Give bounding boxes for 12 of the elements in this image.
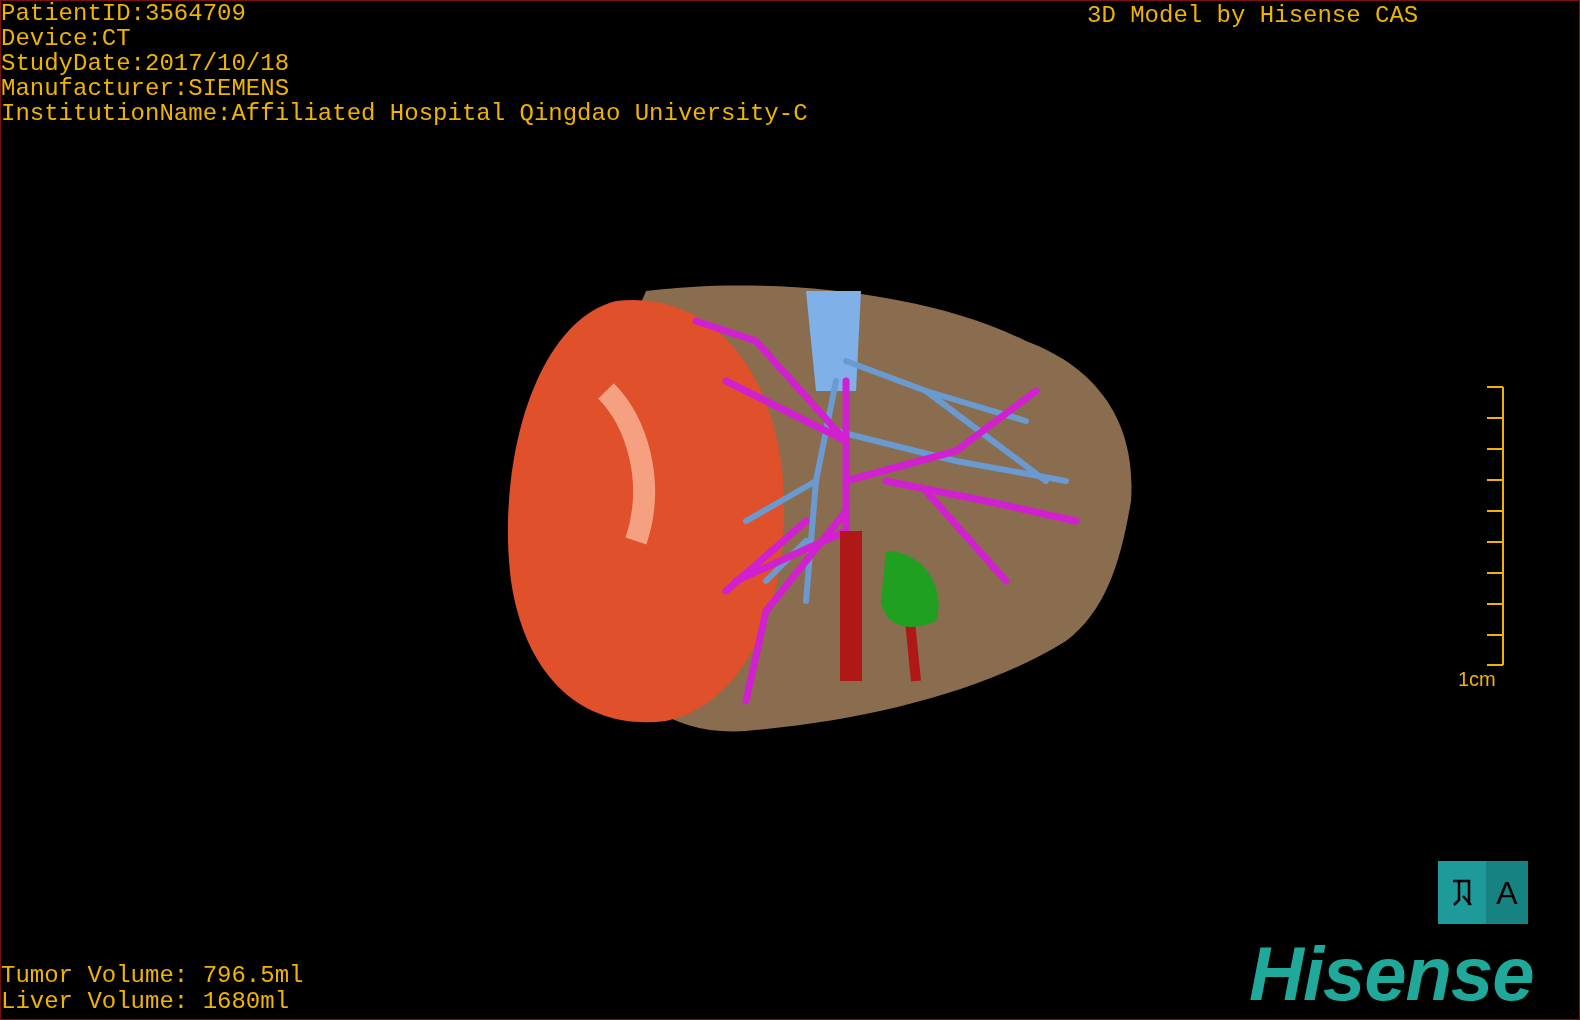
volume-text: Tumor Volume: 796.5ml [1, 963, 304, 989]
credit-text: 3D Model by Hisense CAS [1087, 1, 1419, 31]
info-text: PatientID:3564709 [1, 1, 247, 26]
info-text: Device:CT [1, 26, 132, 51]
cube-face-label: A [1496, 874, 1518, 911]
info-text: InstitutionName:Affiliated Hospital Qingdao University-C [1, 101, 808, 126]
hisense-logo: Hisense [1249, 931, 1534, 1017]
volume-text: Liver Volume: 1680ml [1, 989, 291, 1015]
scale-label: 1cm [1458, 667, 1496, 691]
info-text: StudyDate:2017/10/18 [1, 51, 291, 76]
info-text: Manufacturer:SIEMENS [1, 76, 291, 101]
mirrored-letter-icon [1451, 877, 1473, 908]
